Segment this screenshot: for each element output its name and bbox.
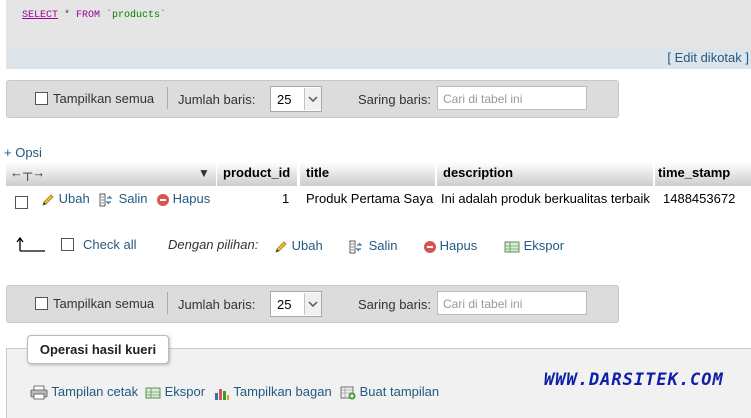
filter-rows-input[interactable]: Cari di tabel ini: [437, 86, 587, 110]
row-copy-link[interactable]: Salin: [99, 191, 148, 207]
table-row: Ubah Salin Hapus 1 Produk Pertama Saya I…: [0, 186, 751, 212]
bulk-delete-label: Hapus: [439, 238, 478, 253]
copy-icon: [99, 193, 113, 206]
cell-time-stamp[interactable]: 1488453672: [663, 191, 735, 206]
column-header-label: time_stamp: [658, 165, 731, 180]
rows-count-value: 25: [277, 296, 292, 312]
edit-inline-link-wrapper: [ Edit dikotak ]: [667, 50, 749, 65]
show-all-checkbox[interactable]: [35, 92, 48, 105]
export-link[interactable]: Ekspor: [145, 384, 205, 400]
rows-count-label: Jumlah baris:: [178, 297, 256, 312]
sql-keyword-from: FROM: [76, 10, 101, 21]
chevron-down-icon: [304, 293, 321, 315]
bulk-export-button[interactable]: Ekspor: [504, 238, 564, 254]
cell-product-id[interactable]: 1: [282, 191, 289, 206]
separator: [167, 292, 168, 314]
row-edit-label: Ubah: [58, 191, 90, 206]
delete-icon: [424, 240, 436, 253]
sql-query-box: [6, 0, 751, 48]
filter-rows-label: Saring baris:: [358, 92, 431, 107]
pencil-icon: [42, 193, 54, 206]
bulk-edit-label: Ubah: [291, 238, 323, 253]
show-all-label[interactable]: Tampilkan semua: [53, 91, 154, 106]
column-header-product-id[interactable]: product_id: [217, 162, 297, 186]
row-copy-label: Salin: [118, 191, 148, 206]
rows-count-select[interactable]: 25: [270, 86, 322, 112]
sql-edit-bar: [6, 47, 751, 69]
create-view-link[interactable]: Buat tampilan: [340, 384, 439, 400]
arrow-up-left-icon: [16, 236, 45, 252]
rows-count-label: Jumlah baris:: [178, 92, 256, 107]
display-chart-label: Tampilkan bagan: [233, 384, 332, 399]
copy-icon: [349, 240, 363, 253]
row-delete-label: Hapus: [172, 191, 211, 206]
printer-icon: [30, 385, 48, 400]
options-link[interactable]: + Opsi: [4, 145, 42, 160]
bulk-export-label: Ekspor: [523, 238, 565, 253]
separator: [167, 87, 168, 109]
bulk-copy-label: Salin: [368, 238, 398, 253]
rows-count-value: 25: [277, 91, 292, 107]
show-all-checkbox[interactable]: [35, 297, 48, 310]
filter-rows-input[interactable]: Cari di tabel ini: [437, 291, 587, 315]
column-header-label: title: [306, 165, 330, 180]
export-label: Ekspor: [164, 384, 206, 399]
rows-count-select[interactable]: 25: [270, 291, 322, 317]
check-all-checkbox[interactable]: [61, 238, 74, 251]
edit-inline-link[interactable]: Edit dikotak: [675, 50, 742, 65]
column-header-time-stamp[interactable]: time_stamp: [655, 162, 751, 186]
sql-query-text: SELECT * FROM `products`: [22, 10, 166, 21]
cell-description[interactable]: Ini adalah produk berkualitas terbaik: [441, 191, 650, 206]
column-header-label: description: [443, 165, 514, 180]
create-view-icon: [340, 386, 356, 400]
sql-keyword-select: SELECT: [22, 10, 59, 21]
display-chart-link[interactable]: Tampilkan bagan: [214, 384, 332, 400]
create-view-label: Buat tampilan: [359, 384, 440, 399]
row-checkbox[interactable]: [15, 196, 28, 209]
export-icon: [145, 387, 161, 398]
column-header-label: product_id: [223, 165, 291, 180]
row-delete-link[interactable]: Hapus: [157, 191, 210, 206]
column-header-description[interactable]: description: [437, 162, 653, 186]
cell-title[interactable]: Produk Pertama Saya: [306, 191, 433, 206]
delete-icon: [157, 193, 169, 206]
sql-star: *: [58, 10, 77, 21]
filter-rows-label: Saring baris:: [358, 297, 431, 312]
table-header-controls: ←┬→ ▼: [6, 162, 216, 186]
nav-bar-bottom: Tampilkan semua Jumlah baris: 25 Saring …: [6, 285, 619, 323]
with-selected-label: Dengan pilihan:: [168, 237, 259, 252]
site-watermark: WWW.DARSITEK.COM: [544, 370, 724, 390]
bulk-copy-button[interactable]: Salin: [349, 238, 398, 254]
bar-chart-icon: [215, 388, 229, 400]
column-arrows-icon[interactable]: ←┬→: [10, 162, 45, 184]
chevron-down-icon: [304, 88, 321, 110]
pencil-icon: [275, 240, 287, 253]
check-all-label[interactable]: Check all: [83, 237, 136, 252]
query-results-operations-title: Operasi hasil kueri: [27, 335, 169, 364]
bulk-delete-button[interactable]: Hapus: [424, 238, 477, 253]
bulk-actions-bar: Check all Dengan pilihan: Ubah Salin Hap…: [0, 230, 751, 260]
export-icon: [504, 241, 520, 252]
sort-triangle-icon[interactable]: ▼: [198, 162, 210, 184]
bulk-edit-button[interactable]: Ubah: [274, 238, 323, 254]
print-view-label: Tampilan cetak: [51, 384, 139, 399]
print-view-link[interactable]: Tampilan cetak: [30, 384, 138, 400]
row-edit-link[interactable]: Ubah: [41, 191, 90, 207]
show-all-label[interactable]: Tampilkan semua: [53, 296, 154, 311]
sql-table-name: `products`: [100, 10, 167, 21]
column-header-title[interactable]: title: [300, 162, 435, 186]
nav-bar-top: Tampilkan semua Jumlah baris: 25 Saring …: [6, 80, 619, 118]
